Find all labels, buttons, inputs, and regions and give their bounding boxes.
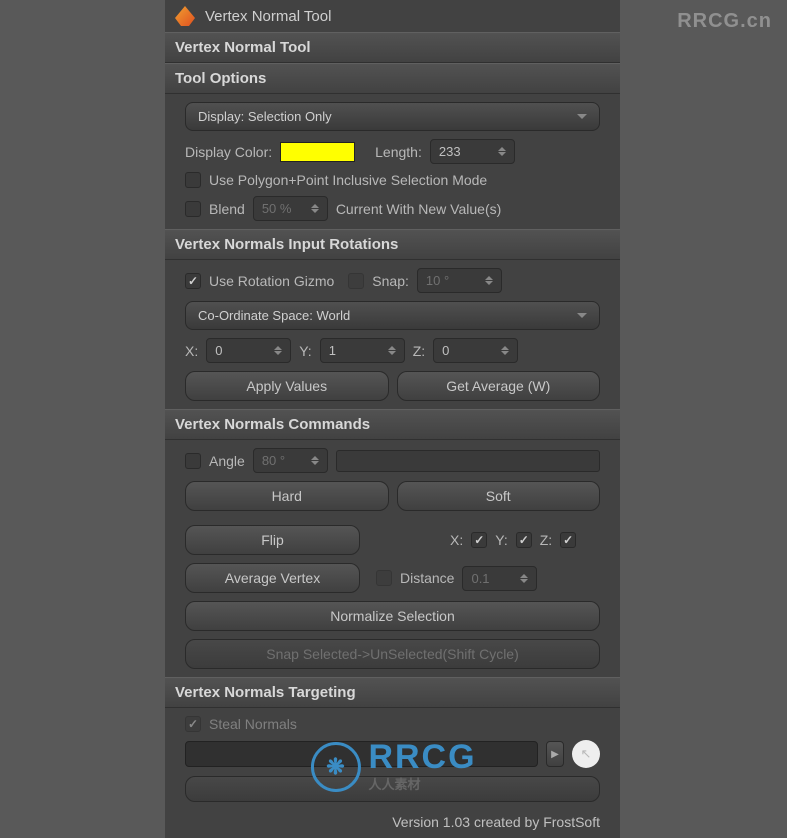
x-value: 0: [215, 343, 222, 358]
use-rotation-gizmo-label: Use Rotation Gizmo: [209, 273, 334, 289]
watermark-subtitle: 人人素材: [368, 774, 476, 793]
flip-y-checkbox[interactable]: [516, 532, 532, 548]
spinner-icon: [520, 574, 528, 583]
input-rotations-body: Use Rotation Gizmo Snap: 10 ° Co-Ordinat…: [165, 260, 620, 409]
angle-input[interactable]: 80 °: [253, 448, 328, 473]
targeting-header: Vertex Normals Targeting: [165, 677, 620, 708]
y-value: 1: [329, 343, 336, 358]
angle-label: Angle: [209, 453, 245, 469]
display-dropdown[interactable]: Display: Selection Only: [185, 102, 600, 131]
panel-title: Vertex Normal Tool: [165, 32, 620, 63]
watermark-brand: RRCG: [368, 740, 476, 774]
z-label: Z:: [413, 343, 425, 359]
eyedropper-icon: ↖: [581, 746, 592, 762]
spinner-icon: [311, 456, 319, 465]
flip-x-label: X:: [450, 532, 463, 548]
use-polygon-label: Use Polygon+Point Inclusive Selection Mo…: [209, 172, 487, 188]
x-label: X:: [185, 343, 198, 359]
use-rotation-gizmo-checkbox[interactable]: [185, 273, 201, 289]
steal-normals-checkbox[interactable]: [185, 716, 201, 732]
spinner-icon: [485, 276, 493, 285]
distance-label: Distance: [400, 570, 454, 586]
use-polygon-checkbox[interactable]: [185, 172, 201, 188]
tool-header: Vertex Normal Tool: [165, 0, 620, 32]
blend-label: Blend: [209, 201, 245, 217]
current-with-label: Current With New Value(s): [336, 201, 501, 217]
snap-label: Snap:: [372, 273, 409, 289]
length-value: 233: [439, 144, 461, 159]
y-label: Y:: [299, 343, 311, 359]
tool-panel: Vertex Normal Tool Vertex Normal Tool To…: [165, 0, 620, 838]
steal-normals-label: Steal Normals: [209, 716, 297, 732]
z-value: 0: [442, 343, 449, 358]
snap-value: 10 °: [426, 273, 449, 288]
angle-checkbox[interactable]: [185, 453, 201, 469]
blend-checkbox[interactable]: [185, 201, 201, 217]
get-average-button[interactable]: Get Average (W): [397, 371, 601, 401]
flip-z-checkbox[interactable]: [560, 532, 576, 548]
display-dropdown-label: Display: Selection Only: [198, 109, 332, 124]
coord-space-dropdown[interactable]: Co-Ordinate Space: World: [185, 301, 600, 330]
snap-input[interactable]: 10 °: [417, 268, 502, 293]
spinner-icon: [274, 346, 282, 355]
input-rotations-header: Vertex Normals Input Rotations: [165, 229, 620, 260]
blend-percent-value: 50 %: [262, 201, 292, 216]
flip-button[interactable]: Flip: [185, 525, 360, 555]
commands-body: Angle 80 ° Hard Soft Flip X: Y: Z: Avera…: [165, 440, 620, 677]
blend-percent-input[interactable]: 50 %: [253, 196, 328, 221]
hard-button[interactable]: Hard: [185, 481, 389, 511]
display-color-label: Display Color:: [185, 144, 272, 160]
display-color-swatch[interactable]: [280, 142, 355, 162]
x-input[interactable]: 0: [206, 338, 291, 363]
angle-value: 80 °: [262, 453, 285, 468]
tool-options-body: Display: Selection Only Display Color: L…: [165, 94, 620, 229]
normalize-selection-button[interactable]: Normalize Selection: [185, 601, 600, 631]
commands-header: Vertex Normals Commands: [165, 409, 620, 440]
watermark-center: ❋ RRCG 人人素材: [310, 740, 476, 793]
tool-title: Vertex Normal Tool: [205, 8, 331, 25]
angle-slider[interactable]: [336, 450, 600, 472]
vertex-tool-icon: [175, 6, 195, 26]
chevron-down-icon: [577, 313, 587, 318]
distance-value: 0.1: [471, 571, 489, 586]
z-input[interactable]: 0: [433, 338, 518, 363]
coord-space-label: Co-Ordinate Space: World: [198, 308, 350, 323]
average-vertex-button[interactable]: Average Vertex: [185, 563, 360, 593]
length-label: Length:: [375, 144, 422, 160]
flip-x-checkbox[interactable]: [471, 532, 487, 548]
apply-values-button[interactable]: Apply Values: [185, 371, 389, 401]
length-input[interactable]: 233: [430, 139, 515, 164]
y-input[interactable]: 1: [320, 338, 405, 363]
eyedropper-button[interactable]: ↖: [572, 740, 600, 768]
snap-selected-button[interactable]: Snap Selected->UnSelected(Shift Cycle): [185, 639, 600, 669]
distance-input[interactable]: 0.1: [462, 566, 537, 591]
watermark-logo-icon: ❋: [310, 742, 360, 792]
chevron-down-icon: [577, 114, 587, 119]
spinner-icon: [498, 147, 506, 156]
soft-button[interactable]: Soft: [397, 481, 601, 511]
spinner-icon: [311, 204, 319, 213]
watermark-top-right: RRCG.cn: [677, 10, 772, 33]
version-footer: Version 1.03 created by FrostSoft: [165, 810, 620, 838]
distance-checkbox[interactable]: [376, 570, 392, 586]
spinner-icon: [388, 346, 396, 355]
tool-options-header: Tool Options: [165, 63, 620, 94]
flip-z-label: Z:: [540, 532, 552, 548]
spinner-icon: [501, 346, 509, 355]
flip-y-label: Y:: [495, 532, 507, 548]
snap-checkbox[interactable]: [348, 273, 364, 289]
expand-button[interactable]: ▶: [546, 741, 564, 767]
chevron-right-icon: ▶: [551, 749, 559, 760]
